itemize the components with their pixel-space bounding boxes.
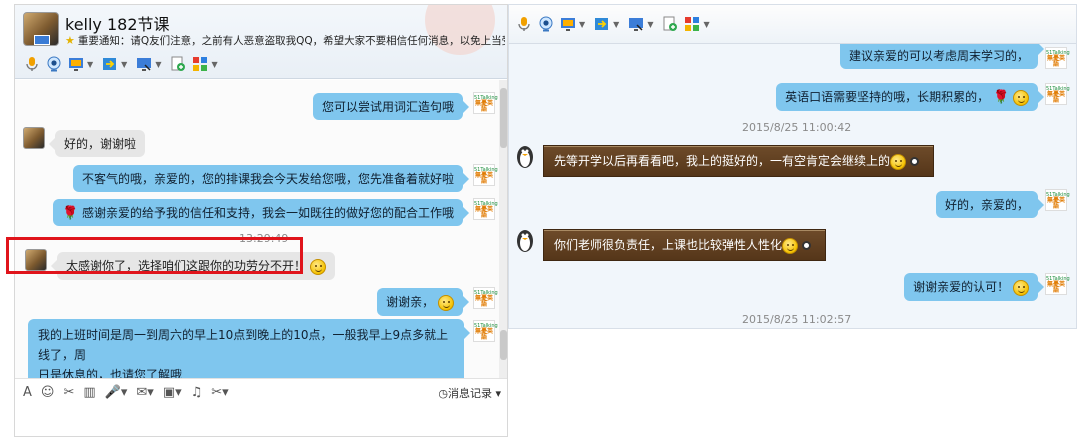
apps-grid-icon[interactable] (191, 55, 209, 73)
chevron-down-icon[interactable]: ▼ (211, 60, 217, 69)
video-camera-icon[interactable] (537, 15, 555, 33)
highlight-box (6, 237, 303, 274)
left-chat-window: kelly 182节课 ★ 重要通知：请Q友们注意，之前有人恶意盗取我QQ，希望大… (14, 4, 508, 437)
emoji-icon[interactable]: ☺ (41, 385, 55, 400)
chevron-down-icon[interactable]: ▼ (87, 60, 93, 69)
chevron-down-icon[interactable]: ▼ (579, 20, 585, 29)
file-transfer-icon[interactable] (101, 55, 119, 73)
brand-logo: 51Talking 無憂英語 (473, 92, 498, 114)
edit-icon[interactable]: ✉▾ (136, 385, 153, 400)
chevron-down-icon[interactable]: ▼ (121, 60, 127, 69)
brand-logo: 51Talking 無憂英語 (473, 164, 498, 186)
message-timestamp: 2015/8/25 11:02:57 (742, 313, 852, 326)
contact-avatar-small[interactable] (23, 127, 45, 149)
bubble-tail-icon (910, 157, 920, 166)
chat-toolbar-top: ▼ ▼ ▼ ▼ (515, 13, 714, 35)
input-toolbar: A ☺ ✂ ▥ 🎤▾ ✉▾ ▣▾ ♫ ✂▾ (15, 378, 507, 406)
smiley-icon (1013, 279, 1029, 296)
bubble-tail-icon (802, 241, 812, 250)
brand-logo: 51Talking 無憂英語 (1045, 189, 1070, 211)
smiley-icon (1013, 89, 1029, 106)
chevron-down-icon[interactable]: ▼ (155, 60, 161, 69)
remote-desktop-icon[interactable] (135, 55, 153, 73)
brand-logo: 51Talking 無憂英語 (473, 320, 498, 342)
message-timestamp: 2015/8/25 11:00:42 (742, 121, 852, 134)
contact-avatar[interactable] (23, 12, 59, 46)
chat-toolbar: ▼ ▼ ▼ ▼ (23, 53, 222, 75)
screen-share-icon[interactable] (67, 55, 85, 73)
chevron-down-icon[interactable]: ▼ (613, 20, 619, 29)
message-bubble-sent: 英语口语需要坚持的哦，长期积累的， 🌹 (776, 83, 1044, 111)
penguin-avatar-icon[interactable] (515, 227, 535, 253)
brand-logo: 51Talking 無憂英語 (473, 287, 498, 309)
add-note-icon[interactable] (661, 15, 679, 33)
brand-logo: 51Talking 無憂英語 (1045, 47, 1070, 69)
star-icon: ★ (65, 34, 75, 47)
chat-header: kelly 182节课 ★ 重要通知：请Q友们注意，之前有人恶意盗取我QQ，希望大… (15, 5, 507, 79)
clock-icon: ◷ (438, 387, 448, 400)
message-bubble-received-styled: 先等开学以后再看看吧，我上的挺好的，一有空肯定会继续上的 (543, 145, 935, 177)
music-icon[interactable]: ♫ (191, 385, 203, 400)
remote-desktop-icon[interactable] (627, 15, 645, 33)
brand-logo: 51Talking 無憂英語 (1045, 273, 1070, 295)
message-bubble-sent: 谢谢亲爱的认可！ (904, 273, 1044, 301)
message-bubble-sent: 🌹 感谢亲爱的给予我的信任和支持，我会一如既往的做好您的配合工作哦 (52, 199, 470, 226)
microphone-icon[interactable] (23, 55, 41, 73)
chevron-down-icon[interactable]: ▼ (703, 20, 709, 29)
smiley-icon (438, 294, 454, 311)
notice-text: ★ 重要通知：请Q友们注意，之前有人恶意盗取我QQ，希望大家不要相信任何消息，以免… (65, 34, 505, 47)
right-chat-window: ▼ ▼ ▼ ▼ 建议亲爱的可以考虑周末学习的， 51Talking無憂英語 ▼ … (508, 4, 1077, 329)
microphone-icon[interactable] (515, 15, 533, 33)
rose-icon: 🌹 (61, 206, 79, 221)
chevron-down-icon[interactable]: ▼ (647, 20, 653, 29)
voice-message-icon[interactable]: 🎤▾ (105, 385, 128, 400)
message-bubble-sent: 不客气的哦，亲爱的，您的排课我会今天发给您哦，您先准备着就好啦 (72, 165, 470, 192)
scrollbar[interactable] (499, 80, 507, 378)
file-transfer-icon[interactable] (593, 15, 611, 33)
screen-share-icon[interactable] (559, 15, 577, 33)
video-camera-icon[interactable] (45, 55, 63, 73)
add-note-icon[interactable] (169, 55, 187, 73)
font-icon[interactable]: A (23, 385, 32, 400)
layout-icon[interactable]: ▥ (83, 385, 95, 400)
smiley-icon (782, 237, 799, 254)
brand-logo: 51Talking 無憂英語 (473, 198, 498, 220)
smiley-icon (309, 258, 326, 275)
image-icon[interactable]: ▣▾ (163, 385, 182, 400)
message-history-button[interactable]: ◷消息记录 ▾ (438, 385, 501, 401)
screenshot-icon[interactable]: ✂▾ (211, 385, 228, 400)
shake-icon[interactable]: ✂ (63, 385, 74, 400)
rose-icon: 🌹 (992, 90, 1010, 105)
message-bubble-sent: 您可以尝试用词汇造句哦 (312, 93, 470, 120)
message-list: 您可以尝试用词汇造句哦 51Talking 無憂英語 好的，谢谢啦 不客气的哦，亲… (15, 80, 499, 391)
smiley-icon (890, 153, 907, 170)
message-bubble-sent: 好的，亲爱的， (935, 191, 1045, 218)
brand-logo: 51Talking 無憂英語 (1045, 83, 1070, 105)
message-bubble-received-styled: 你们老师很负责任，上课也比较弹性人性化 (543, 229, 827, 261)
penguin-avatar-icon[interactable] (515, 143, 535, 169)
message-bubble-received: 好的，谢谢啦 (48, 130, 146, 157)
apps-grid-icon[interactable] (683, 15, 701, 33)
contact-name[interactable]: kelly 182节课 (65, 11, 170, 35)
message-bubble-sent: 谢谢亲， (377, 288, 469, 316)
